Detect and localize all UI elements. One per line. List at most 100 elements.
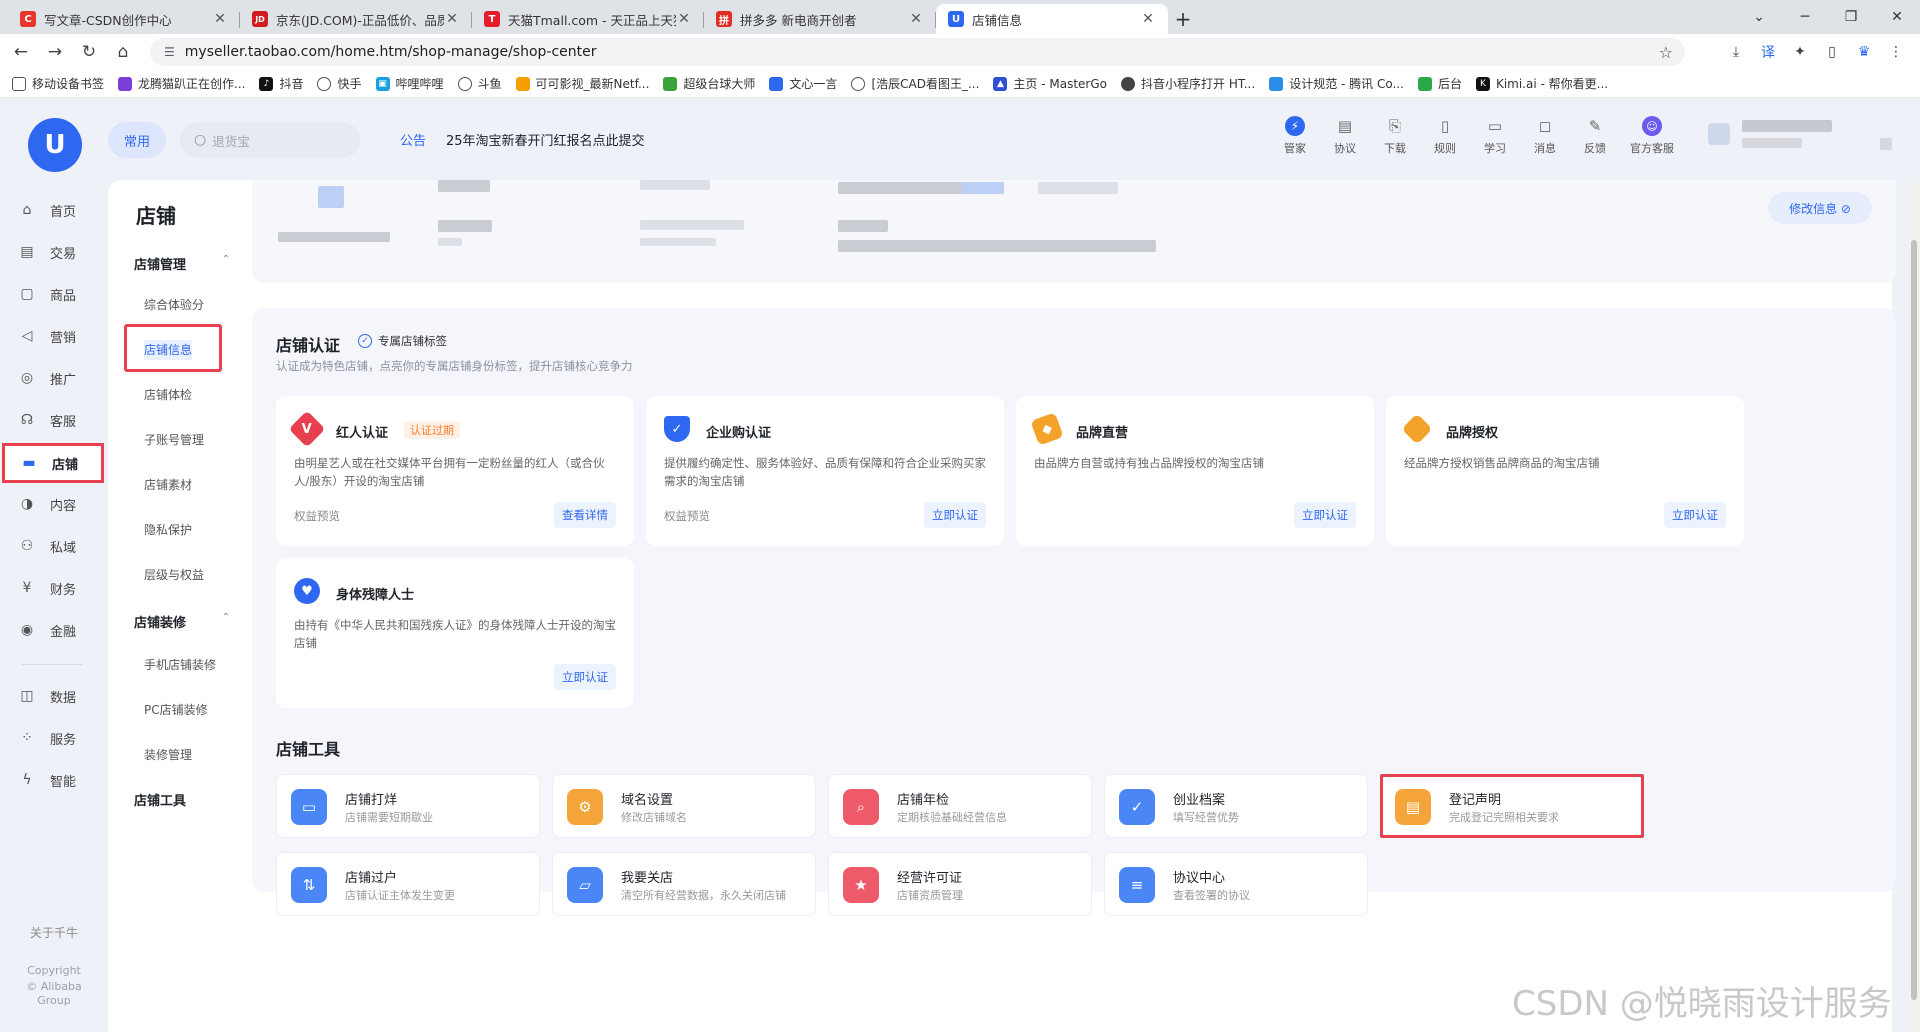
profile-icon[interactable]: ♛ [1848, 44, 1880, 60]
subnav-group-shop-tools[interactable]: 店铺工具 [134, 790, 230, 809]
subnav-item-shop-checkup[interactable]: 店铺体检 [144, 386, 192, 403]
tool-transfer[interactable]: ⇅ 店铺过户 店铺认证主体发生变更 [276, 852, 540, 916]
bookmark-item[interactable]: 文心一言 [769, 75, 837, 92]
browser-tab[interactable]: C 写文章-CSDN创作中心 ✕ [8, 4, 240, 34]
subnav-item-shop-info[interactable]: 店铺信息 [124, 324, 222, 372]
restore-icon[interactable]: ❐ [1828, 9, 1874, 25]
certify-now-button[interactable]: 立即认证 [924, 502, 986, 528]
bookmark-item[interactable]: 可可影视_最新Netf... [515, 75, 649, 92]
nav-shop[interactable]: ▬ 店铺 [2, 443, 104, 483]
bookmark-item[interactable]: 抖音小程序打开 HT... [1121, 75, 1255, 92]
certify-now-button[interactable]: 立即认证 [554, 664, 616, 690]
close-tab-icon[interactable]: ✕ [444, 11, 460, 27]
tool-annual-inspection[interactable]: ⌕ 店铺年检 定期核验基础经营信息 [828, 774, 1092, 838]
nav-private-domain[interactable]: ⚇ 私域 [18, 532, 100, 560]
bookmark-item[interactable]: 移动设备书签 [12, 75, 104, 92]
tool-close-shop[interactable]: ▱ 我要关店 清空所有经营数据，永久关闭店铺 [552, 852, 816, 916]
view-details-button[interactable]: 查看详情 [554, 502, 616, 528]
tab-search-icon[interactable]: ⌄ [1736, 9, 1782, 25]
nav-customer-service[interactable]: ☊ 客服 [18, 406, 100, 434]
nav-smart[interactable]: ϟ 智能 [18, 766, 100, 794]
bookmark-item[interactable]: ▲ 主页 - MasterGo [993, 75, 1107, 92]
certify-now-button[interactable]: 立即认证 [1294, 502, 1356, 528]
nav-promotion[interactable]: ◎ 推广 [18, 364, 100, 392]
bookmark-star-icon[interactable]: ☆ [1659, 43, 1673, 62]
bookmark-item[interactable]: ▣ 哔哩哔哩 [375, 75, 444, 92]
subnav-item-mobile-decoration[interactable]: 手机店铺装修 [144, 656, 216, 673]
subnav-group-shop-management[interactable]: 店铺管理 ⌃ [134, 254, 230, 273]
nav-home[interactable]: ⌂ 首页 [18, 196, 100, 224]
benefit-preview-link[interactable]: 权益预览 [294, 508, 340, 524]
subnav-item-privacy[interactable]: 隐私保护 [144, 521, 192, 538]
tool-shop-closed[interactable]: ▭ 店铺打烊 店铺需要短期歇业 [276, 774, 540, 838]
tool-feedback[interactable]: ✎ 反馈 [1570, 116, 1620, 156]
bookmark-item[interactable]: 超级台球大师 [663, 75, 755, 92]
close-tab-icon[interactable]: ✕ [212, 11, 228, 27]
bookmark-item[interactable]: [浩辰CAD看图王_... [851, 75, 979, 92]
new-tab-button[interactable]: + [1168, 4, 1198, 34]
browser-tab[interactable]: T 天猫Tmall.com - 天正品上天猫 ✕ [472, 4, 704, 34]
bookmark-item[interactable]: K Kimi.ai - 帮你看更... [1475, 75, 1608, 92]
subnav-item-sub-accounts[interactable]: 子账号管理 [144, 431, 204, 448]
extensions-icon[interactable]: ✦ [1784, 44, 1816, 60]
about-link[interactable]: 关于千牛 [0, 924, 108, 941]
nav-content[interactable]: ◑ 内容 [18, 490, 100, 518]
nav-goods[interactable]: ▢ 商品 [18, 280, 100, 308]
notice-text[interactable]: 25年淘宝新春开门红报名点此提交 [446, 130, 645, 149]
browser-tab[interactable]: JD 京东(JD.COM)-正品低价、品质 ✕ [240, 4, 472, 34]
user-account[interactable] [1708, 120, 1832, 148]
close-tab-icon[interactable]: ✕ [908, 11, 924, 27]
sidebar-icon[interactable]: ▯ [1816, 44, 1848, 60]
bookmark-item[interactable]: 斗鱼 [457, 75, 502, 92]
nav-trade[interactable]: ▤ 交易 [18, 238, 100, 266]
minimize-icon[interactable]: ─ [1782, 9, 1828, 25]
notice-label[interactable]: 公告 [400, 130, 426, 149]
tool-registration[interactable]: ▤ 登记声明 完成登记完照相关要求 [1380, 774, 1644, 838]
url-bar[interactable]: ☰ myseller.taobao.com/home.htm/shop-mana… [150, 38, 1685, 66]
common-button[interactable]: 常用 [108, 122, 166, 158]
reload-icon[interactable]: ↻ [72, 34, 106, 70]
scrollbar-thumb[interactable] [1911, 240, 1917, 1000]
tool-service[interactable]: ☺ 官方客服 [1620, 116, 1684, 156]
menu-icon[interactable]: ⋮ [1880, 44, 1912, 60]
tool-archive[interactable]: ✓ 创业档案 填写经营优势 [1104, 774, 1368, 838]
nav-services[interactable]: ⁘ 服务 [18, 724, 100, 752]
subnav-item-pc-decoration[interactable]: PC店铺装修 [144, 701, 208, 718]
subnav-item-decoration-manage[interactable]: 装修管理 [144, 746, 192, 763]
tool-license[interactable]: ★ 经营许可证 店铺资质管理 [828, 852, 1092, 916]
tool-contract[interactable]: ▤ 协议 [1320, 116, 1370, 156]
search-input[interactable]: ○ 退货宝 [180, 122, 360, 158]
browser-tab[interactable]: 拼拼多多 新电商开创者 ✕ [704, 4, 936, 34]
nav-finance-service[interactable]: ◉ 金融 [18, 616, 100, 644]
browser-tab-active[interactable]: U 店铺信息 ✕ [936, 4, 1168, 34]
nav-finance[interactable]: ¥ 财务 [18, 574, 100, 602]
bookmark-item[interactable]: ♪ 抖音 [259, 75, 303, 92]
subnav-item-materials[interactable]: 店铺素材 [144, 476, 192, 493]
tool-domain[interactable]: ⚙ 域名设置 修改店铺域名 [552, 774, 816, 838]
nav-marketing[interactable]: ◁ 营销 [18, 322, 100, 350]
back-icon[interactable]: ← [4, 34, 38, 70]
bookmark-item[interactable]: 后台 [1417, 75, 1462, 92]
tool-download[interactable]: ⎘ 下载 [1370, 116, 1420, 156]
benefit-preview-link[interactable]: 权益预览 [664, 508, 710, 524]
tool-rules[interactable]: ▯ 规则 [1420, 116, 1470, 156]
close-tab-icon[interactable]: ✕ [676, 11, 692, 27]
subnav-item-levels[interactable]: 层级与权益 [144, 566, 204, 583]
tool-message[interactable]: ◻ 消息 [1520, 116, 1570, 156]
tool-study[interactable]: ▭ 学习 [1470, 116, 1520, 156]
home-page-icon[interactable]: ⌂ [106, 34, 140, 70]
tool-butler[interactable]: ⚡ 管家 [1270, 116, 1320, 156]
download-icon[interactable]: ⤓ [1720, 44, 1752, 60]
page-scrollbar[interactable] [1908, 180, 1920, 1032]
certify-now-button[interactable]: 立即认证 [1664, 502, 1726, 528]
bookmark-item[interactable]: 设计规范 - 腾讯 Co... [1269, 75, 1404, 92]
translate-icon[interactable]: 译 [1752, 42, 1784, 62]
close-window-icon[interactable]: ✕ [1874, 9, 1920, 25]
subnav-group-decoration[interactable]: 店铺装修 ⌃ [134, 612, 230, 631]
site-info-icon[interactable]: ☰ [164, 45, 175, 59]
more-icon[interactable] [1880, 138, 1892, 150]
subnav-item-score[interactable]: 综合体验分 [144, 296, 204, 313]
close-tab-icon[interactable]: ✕ [1140, 11, 1156, 27]
tool-agreement[interactable]: ≡ 协议中心 查看签署的协议 [1104, 852, 1368, 916]
bookmark-item[interactable]: 龙腾猫趴正在创作... [118, 75, 245, 92]
